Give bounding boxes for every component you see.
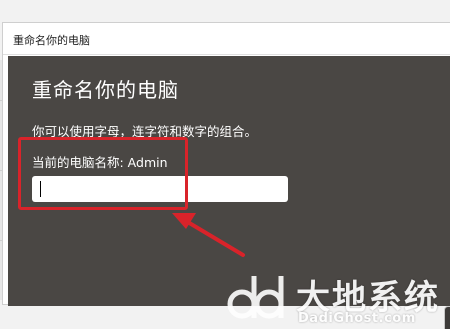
current-pc-name: 当前的电脑名称: Admin [32,155,168,170]
rename-pc-dialog: 重命名你的电脑 重命名你的电脑 你可以使用字母，连字符和数字的组合。 当前的电脑… [2,22,450,329]
watermark-text-en: DadiGhost.com [298,311,416,326]
dialog-content: 重命名你的电脑 你可以使用字母，连字符和数字的组合。 当前的电脑名称: Admi… [8,56,450,329]
pc-name-input[interactable] [32,176,288,202]
dialog-description: 你可以使用字母，连字符和数字的组合。 [32,124,258,139]
screen: 重命名你的电脑 重命名你的电脑 你可以使用字母，连字符和数字的组合。 当前的电脑… [0,0,450,329]
dialog-window-title: 重命名你的电脑 [13,34,90,47]
dialog-heading: 重命名你的电脑 [32,78,179,102]
dialog-titlebar[interactable]: 重命名你的电脑 [3,23,450,55]
next-button-edge[interactable] [444,306,450,329]
text-caret [40,181,41,197]
